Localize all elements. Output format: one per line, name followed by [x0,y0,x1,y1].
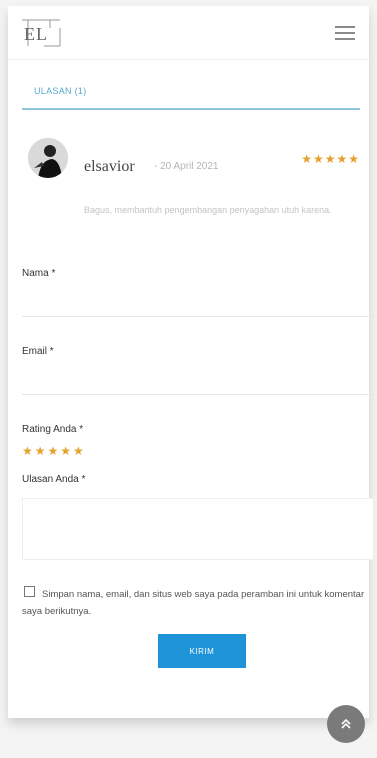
tab-reviews-label: ULASAN (1) [34,86,87,96]
review-item: elsavior - 20 April 2021 ★★★★★ Bagus, me… [22,136,360,236]
review-field-label: Ulasan Anda * [22,474,86,485]
review-rating-stars: ★★★★★ [301,152,360,166]
avatar [28,138,68,178]
name-field-label: Nama * [22,268,56,279]
hamburger-icon[interactable] [335,26,355,42]
review-author: elsavior [84,158,135,175]
consent-text: Simpan nama, email, dan situs web saya p… [22,589,365,617]
page-container: EL ULASAN (1) elsavior - 20 April 2021 ★… [8,6,374,718]
email-field[interactable] [22,394,374,395]
rating-label: Rating Anda * [22,424,84,435]
double-chevron-up-icon[interactable] [327,705,365,743]
name-field[interactable] [22,316,374,317]
logo-text: EL [24,24,48,44]
email-field-label: Email * [22,346,54,357]
tab-reviews[interactable]: ULASAN (1) [22,76,360,110]
site-header: EL [8,6,369,60]
review-textarea[interactable] [22,498,374,560]
user-avatar-icon [28,138,68,178]
submit-button[interactable]: KIRIM [158,634,246,668]
site-logo[interactable]: EL [20,18,62,48]
review-date: - 20 April 2021 [154,161,219,172]
scroll-top-chevrons [341,718,351,729]
review-text: Bagus, membantuh pengembangan penyagahan… [84,205,332,215]
rating-stars-input[interactable]: ★★★★★ [22,444,86,458]
